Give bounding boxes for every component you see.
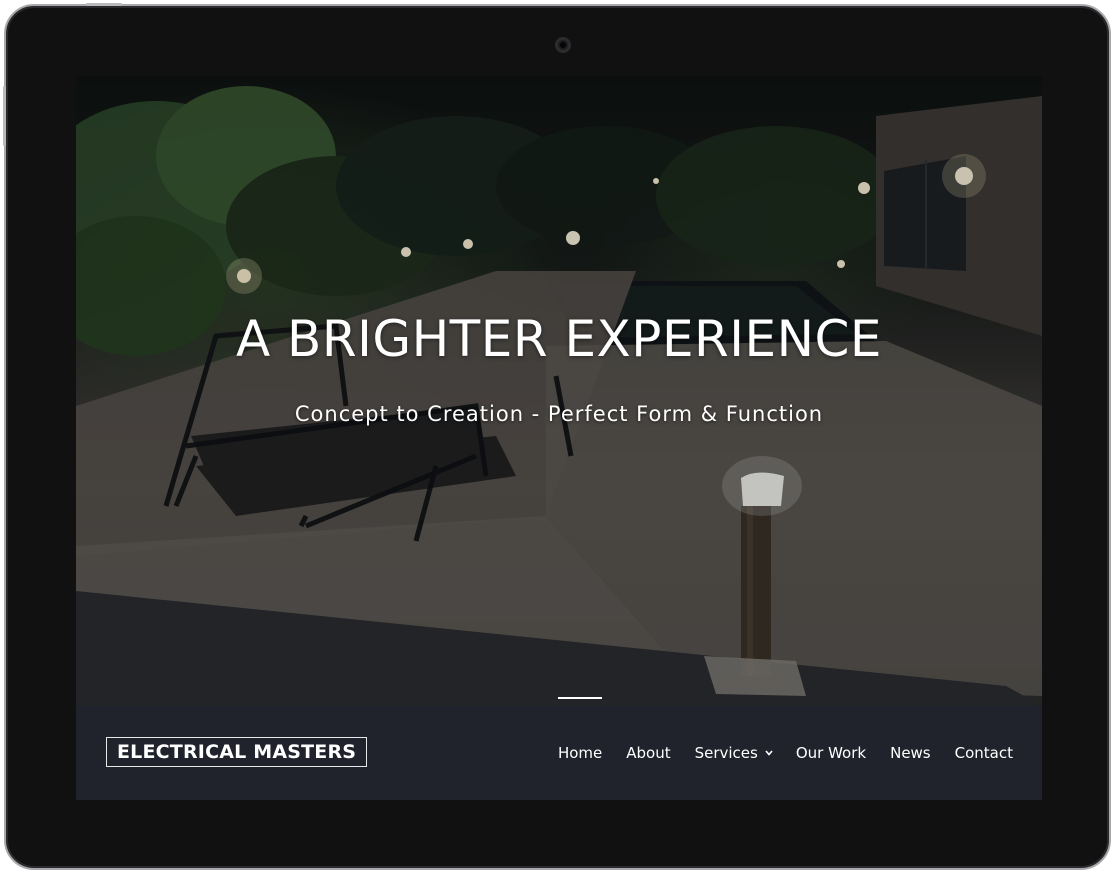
hero-dark-overlay xyxy=(76,76,1042,706)
nav-item-home[interactable]: Home xyxy=(557,697,603,762)
chevron-down-icon xyxy=(765,749,773,757)
hero-section: A BRIGHTER EXPERIENCE Concept to Creatio… xyxy=(76,76,1042,706)
hero-title: A BRIGHTER EXPERIENCE xyxy=(235,310,883,368)
website-screen: A BRIGHTER EXPERIENCE Concept to Creatio… xyxy=(76,76,1042,800)
nav-item-label: News xyxy=(890,744,931,762)
nav-menu: Home About Services Our Work News Contac… xyxy=(534,697,1013,800)
camera-icon xyxy=(555,37,571,53)
nav-item-label: About xyxy=(626,744,671,762)
device-top-button xyxy=(86,3,122,6)
nav-item-about[interactable]: About xyxy=(626,744,670,762)
nav-item-label: Contact xyxy=(954,744,1013,762)
nav-item-our-work[interactable]: Our Work xyxy=(796,744,866,762)
nav-item-services[interactable]: Services xyxy=(694,744,773,762)
nav-item-label: Our Work xyxy=(795,744,867,762)
device-side-button xyxy=(3,86,6,146)
hero-subtitle: Concept to Creation - Perfect Form & Fun… xyxy=(294,402,824,426)
nav-item-label: Services xyxy=(694,744,758,762)
nav-item-contact[interactable]: Contact xyxy=(955,744,1013,762)
nav-item-label: Home xyxy=(557,744,603,762)
site-logo[interactable]: ELECTRICAL MASTERS xyxy=(106,737,368,767)
nav-item-news[interactable]: News xyxy=(890,744,931,762)
main-navigation: ELECTRICAL MASTERS Home About Services O… xyxy=(76,697,1042,800)
